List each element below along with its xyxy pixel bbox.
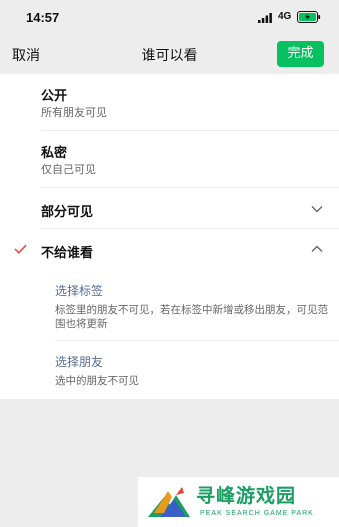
option-title: 私密 <box>41 146 68 161</box>
option-partially-visible[interactable]: 部分可见 <box>0 188 339 229</box>
watermark-subtitle: PEAK SEARCH GAME PARK <box>200 510 314 517</box>
option-title: 不给谁看 <box>41 246 94 261</box>
option-public[interactable]: 公开 所有朋友可见 <box>0 74 339 131</box>
option-title: 公开 <box>41 89 68 104</box>
divider <box>55 340 339 341</box>
sub-item-desc: 标签里的朋友不可见，若在标签中新增或移出朋友，可见范围也将更新 <box>55 304 328 330</box>
status-bar: 14:57 4G <box>0 0 339 34</box>
checkmark-icon <box>14 244 27 254</box>
option-private[interactable]: 私密 仅自己可见 <box>0 131 339 188</box>
battery-charging-icon <box>297 11 321 23</box>
watermark-name: 寻峰游戏园 <box>196 485 297 507</box>
signal-icon <box>258 13 272 23</box>
mountain-logo-icon <box>148 487 190 517</box>
chevron-down-icon <box>311 206 323 213</box>
sub-item-desc: 选中的朋友不可见 <box>55 375 139 387</box>
network-label: 4G <box>278 11 292 22</box>
select-friends-item[interactable]: 选择朋友 选中的朋友不可见 <box>55 353 335 388</box>
status-time: 14:57 <box>26 10 60 25</box>
sub-item-title: 选择标签 <box>55 284 104 298</box>
sub-item-title: 选择朋友 <box>55 355 104 369</box>
option-desc: 所有朋友可见 <box>41 106 107 119</box>
done-button[interactable]: 完成 <box>277 41 324 67</box>
watermark: 寻峰游戏园 PEAK SEARCH GAME PARK <box>138 477 339 527</box>
chevron-up-icon <box>311 245 323 252</box>
option-hide-from[interactable]: 不给谁看 <box>0 229 339 269</box>
nav-bar: 取消 谁可以看 完成 <box>0 34 339 74</box>
visibility-options-list: 公开 所有朋友可见 私密 仅自己可见 部分可见 不给谁看 选择标签 标签里的朋友… <box>0 74 339 399</box>
option-desc: 仅自己可见 <box>41 163 96 176</box>
select-tags-item[interactable]: 选择标签 标签里的朋友不可见，若在标签中新增或移出朋友，可见范围也将更新 <box>55 282 335 331</box>
option-title: 部分可见 <box>41 205 94 220</box>
